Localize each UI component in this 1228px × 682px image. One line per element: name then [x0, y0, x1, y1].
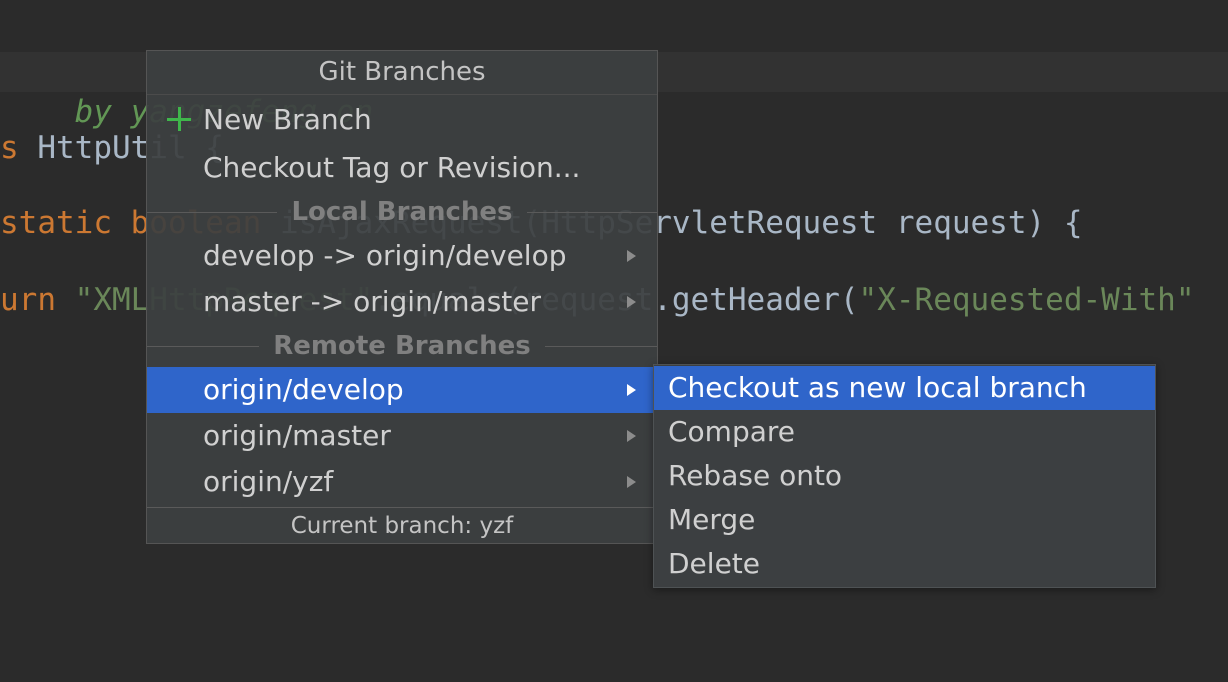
chevron-right-icon: [627, 250, 636, 262]
chevron-right-icon: [627, 296, 636, 308]
branch-label: origin/yzf: [203, 465, 334, 498]
menu-item-checkout-new-local[interactable]: Checkout as new local branch: [654, 366, 1155, 410]
new-branch-label: New Branch: [203, 103, 372, 136]
menu-item-rebase-onto[interactable]: Rebase onto: [654, 454, 1155, 498]
local-branches-label: Local Branches: [291, 197, 513, 227]
git-branches-popup: Git Branches New Branch Checkout Tag or …: [146, 50, 658, 544]
remote-branches-label: Remote Branches: [273, 331, 531, 361]
branch-item-origin-yzf[interactable]: origin/yzf: [147, 459, 657, 505]
code-string: "X-Requested-With": [858, 282, 1195, 318]
current-branch-status: Current branch: yzf: [147, 507, 657, 543]
menu-item-compare[interactable]: Compare: [654, 410, 1155, 454]
branch-label: develop -> origin/develop: [203, 239, 567, 272]
chevron-right-icon: [627, 476, 636, 488]
branch-item-origin-master[interactable]: origin/master: [147, 413, 657, 459]
checkout-tag-label: Checkout Tag or Revision...: [203, 151, 581, 184]
code-keyword: s: [0, 130, 38, 166]
menu-item-delete[interactable]: Delete: [654, 542, 1155, 586]
chevron-right-icon: [627, 430, 636, 442]
popup-title: Git Branches: [147, 51, 657, 95]
branch-label: master -> origin/master: [203, 285, 541, 318]
branch-item-master[interactable]: master -> origin/master: [147, 279, 657, 325]
branch-actions-submenu: Checkout as new local branch Compare Reb…: [653, 364, 1156, 588]
chevron-right-icon: [627, 384, 636, 396]
checkout-tag-item[interactable]: Checkout Tag or Revision...: [147, 145, 657, 191]
new-branch-item[interactable]: New Branch: [147, 97, 657, 143]
code-keyword: urn: [0, 282, 75, 318]
branch-item-develop[interactable]: develop -> origin/develop: [147, 233, 657, 279]
plus-icon: [167, 107, 191, 131]
branch-label: origin/develop: [203, 373, 404, 406]
local-branches-header: Local Branches: [147, 192, 657, 232]
branch-label: origin/master: [203, 419, 391, 452]
remote-branches-header: Remote Branches: [147, 326, 657, 366]
branch-item-origin-develop[interactable]: origin/develop: [147, 367, 657, 413]
menu-item-merge[interactable]: Merge: [654, 498, 1155, 542]
